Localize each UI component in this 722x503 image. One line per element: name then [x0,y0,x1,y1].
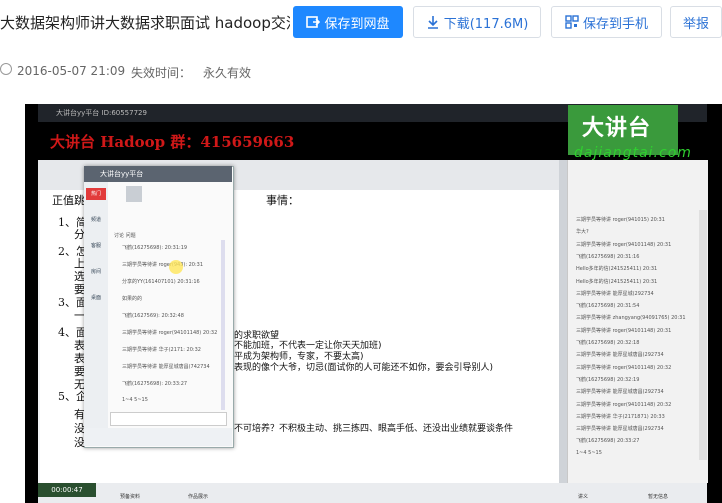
cursor-highlight [169,260,183,274]
yy-chat-message: 三期学员等待讲 roger(943): 20:31 [122,262,204,268]
bottom-item[interactable]: 作品展示 [188,493,208,500]
yy-nav-item[interactable]: 客服 [86,242,106,249]
logo-text: 大讲台 [582,116,652,141]
doc-line: 正值跳 [52,194,85,207]
yy-scrollbar[interactable] [221,240,225,410]
bottom-item[interactable]: 暂无信息 [648,493,668,500]
report-button[interactable]: 举报 [670,6,722,38]
yy-nav-item[interactable]: 频道 [86,216,106,223]
chat-message: 三期学员等待讲 roger(94101148) 20:31 [576,327,672,334]
avatar [126,186,142,202]
chat-message: Hello多年的信(241525411) 20:31 [576,266,658,273]
chat-message: 三期学员等待讲 能厚星城唐昌(292734 [576,426,664,433]
qrcode-icon [565,15,579,29]
chat-message: 三期学员等待讲 能厚星城唐昌(292734 [576,389,664,396]
banner-title: 大讲台 Hadoop 群：415659663 [50,133,295,151]
chat-message: 三期学员等待讲 roger(94101148) 20:32 [576,401,672,408]
chat-scrollbar[interactable] [699,210,707,460]
yy-chat-message: 1~4 5~15 [122,397,148,403]
doc-line: 表现的像个大爷，切忌(面试你的人可能还不如你，要会引导别人) [234,363,494,373]
yy-chat-message: 三期学员等待讲 能厚星城唐昌(742734 [122,364,210,370]
chat-message: 飞鹤(16275698) 20:33:27 [576,438,640,445]
yy-chat-message: 飞鹤(16275698): 20:33:27 [122,381,188,387]
clock-icon [0,63,12,75]
chat-message: 三期学员等待讲 华子(2171871) 20:33 [576,413,665,420]
video-frame: 大讲台yy平台 ID:60557729 大讲台 Hadoop 群：4156596… [38,104,708,503]
yy-chat-message: 如果的的 [122,296,143,302]
yy-nav-item: 热门 [90,191,101,197]
doc-line: 不可培养？不积极主动、挑三拣四、眼高手低、还没出业绩就要谈条件 [234,424,514,434]
download-label: 下载(117.6M) [443,16,529,32]
download-icon [427,16,438,29]
save-to-phone-label: 保存到手机 [582,16,648,32]
chat-message: 三期学员等待讲 roger(941015) 20:31 [576,217,665,223]
yy-nav-item[interactable]: 房间 [86,268,106,275]
chat-message: 飞鹤(16275698) 20:31:54 [576,303,640,310]
yy-nav-item[interactable]: 桌面 [86,294,106,301]
yy-toolbar [84,428,232,446]
chat-message: 华大? [576,229,589,236]
save-to-cloud-label: 保存到网盘 [324,16,390,32]
video-timestamp[interactable]: 00:00:47 [38,483,96,497]
yy-chat-tabs[interactable]: 讨论 问题 [114,232,136,239]
yy-chat-message: 飞鹤(16275698): 20:31:19 [122,245,188,251]
cloud-save-icon [306,16,321,28]
yy-chat-title: 大讲台yy平台 [84,166,232,182]
save-to-cloud-button[interactable]: 保存到网盘 [293,6,403,38]
chat-message: 三期学员等待讲 能厚星城(292734 [576,290,654,297]
doc-line: 事情： [266,194,299,207]
share-datetime: 2016-05-07 21:09 [17,64,126,78]
chat-message: Hello多年的信(241525411) 20:31 [576,278,658,285]
download-button[interactable]: 下载(117.6M) [413,6,541,38]
logo-url: dajiangtai.com [574,145,692,161]
yy-chat-message: 飞鹤(1627569): 20:32:48 [122,313,184,319]
expiry-label: 失效时间： [131,66,192,80]
chat-message: 三期学员等待讲 zhangyang(94091765) 20:31 [576,315,686,322]
save-to-phone-button[interactable]: 保存到手机 [551,6,662,38]
yy-message-input[interactable] [110,412,227,426]
chat-message: 飞鹤(16275698) 20:32:19 [576,376,640,383]
chat-message: 三期学员等待讲 roger(94101148) 20:32 [576,364,672,371]
chat-message: 三期学员等待讲 能厚星城唐昌(292734 [576,352,664,359]
chat-message: 1~4 5~15 [576,449,602,456]
bottom-item[interactable]: 预备资料 [120,493,140,500]
video-player[interactable]: 大讲台yy平台 ID:60557729 大讲台 Hadoop 群：4156596… [25,104,722,503]
bottom-item[interactable]: 讲义 [578,493,588,500]
chat-message: 三期学员等待讲 roger(94101148) 20:31 [576,241,672,248]
expiry-value: 永久有效 [203,66,252,80]
yy-chat-message: 三期学员等待讲 华子(2171: 20:32 [122,347,201,353]
page-title: 大数据架构师讲大数据求职面试 hadoop交流... [0,14,290,32]
chat-side-panel [567,160,708,483]
chat-message: 飞鹤(16275698) 20:32:18 [576,340,640,346]
chat-message: 飞鹤(16275698) 20:31:16 [576,253,640,260]
yy-chat-message: 三期学员等待讲 roger(94101148) 20:32 [122,330,218,336]
yy-chat-message: 分享的YY(161407101) 20:31:16 [122,279,200,285]
